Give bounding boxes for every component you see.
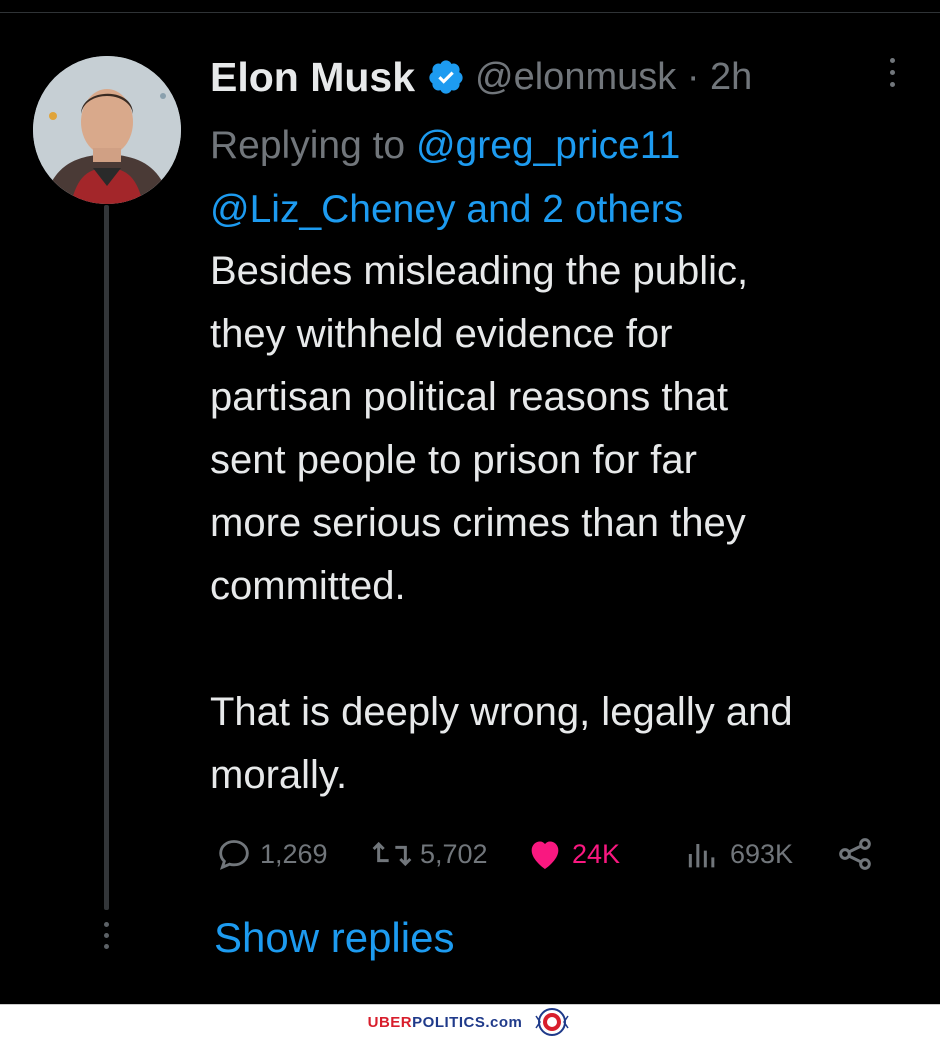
retweet-icon xyxy=(372,841,412,867)
replying-to: Replying to @greg_price11 @Liz_Cheney an… xyxy=(210,114,910,242)
reply-button[interactable]: 1,269 xyxy=(214,832,328,876)
separator: · xyxy=(686,55,700,98)
author-name[interactable]: Elon Musk xyxy=(210,54,415,101)
like-count: 24K xyxy=(572,838,621,869)
thread-line xyxy=(104,205,109,910)
mention-link-others[interactable]: @Liz_Cheney and 2 others xyxy=(210,188,683,231)
more-options-icon[interactable] xyxy=(872,58,912,98)
replying-prefix: Replying to xyxy=(210,124,406,167)
timestamp[interactable]: 2h xyxy=(710,56,752,98)
views-icon xyxy=(688,844,715,868)
verified-badge-icon xyxy=(429,60,463,94)
share-icon xyxy=(839,838,871,870)
brand-seal-icon xyxy=(535,1008,569,1036)
tweet-header: Elon Musk @elonmusk · 2h xyxy=(210,52,752,102)
handle-row: @elonmusk · 2h xyxy=(475,56,752,99)
retweet-button[interactable]: 5,702 xyxy=(370,832,488,876)
mention-link[interactable]: @greg_price11 xyxy=(416,124,680,167)
view-count: 693K xyxy=(730,838,794,869)
top-divider xyxy=(0,12,940,13)
brand-logo-text: UBERPOLITICS.com xyxy=(367,1013,523,1031)
thread-continuation-dots xyxy=(99,922,113,955)
retweet-count: 5,702 xyxy=(420,838,488,869)
avatar[interactable] xyxy=(33,56,181,204)
tweet-body: Besides misleading the public, they with… xyxy=(210,249,793,797)
watermark-bar: UBERPOLITICS.com xyxy=(0,1004,940,1039)
author-handle[interactable]: @elonmusk xyxy=(475,56,676,98)
reply-count: 1,269 xyxy=(260,838,328,869)
share-button[interactable] xyxy=(834,832,882,876)
show-replies-link[interactable]: Show replies xyxy=(214,914,454,962)
action-bar: 1,269 5,702 24K 693K xyxy=(210,832,910,876)
reply-icon xyxy=(219,840,249,870)
like-button[interactable]: 24K xyxy=(524,832,620,876)
views-button[interactable]: 693K xyxy=(680,832,793,876)
heart-icon xyxy=(531,841,559,869)
